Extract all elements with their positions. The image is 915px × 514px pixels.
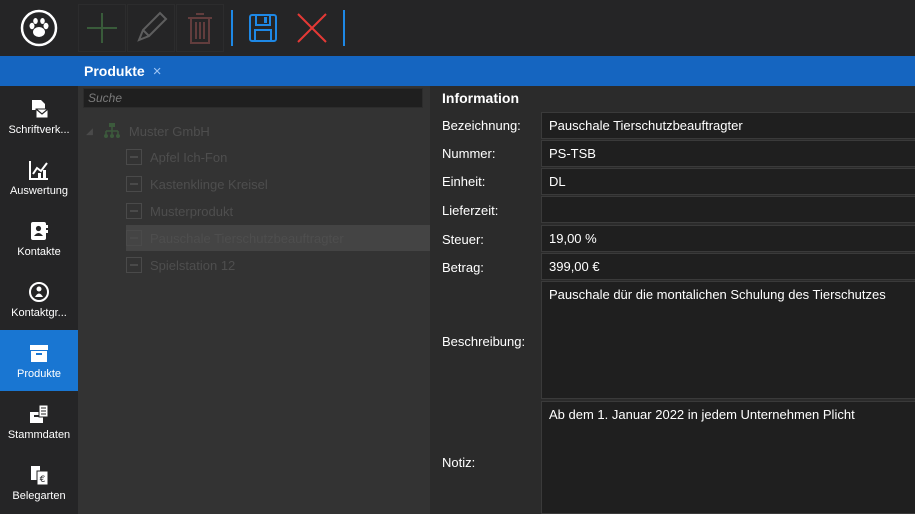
beschreibung-field[interactable]: Pauschale dür die montalichen Schulung d…	[541, 281, 915, 399]
x-icon	[297, 13, 327, 43]
product-icon	[126, 149, 142, 165]
add-button[interactable]	[78, 4, 126, 52]
contact-card-icon	[28, 220, 50, 242]
tree-item[interactable]: Musterprodukt	[126, 198, 426, 224]
cancel-button[interactable]	[288, 4, 336, 52]
product-list-panel: Suche ◢ Muster GmbH Apfel Ich-Fon Kasten…	[78, 86, 430, 514]
tree-item-label: Apfel Ich-Fon	[150, 149, 228, 165]
steuer-label: Steuer:	[442, 232, 484, 247]
tree-item[interactable]: Apfel Ich-Fon	[126, 144, 426, 170]
document-euro-icon: €	[28, 464, 50, 486]
sidebar-item-label: Schriftverk...	[8, 123, 70, 136]
sidebar-item-produkte[interactable]: Produkte	[0, 330, 78, 391]
steuer-field[interactable]: 19,00 %	[541, 225, 915, 252]
floppy-disk-icon	[249, 14, 277, 42]
save-button[interactable]	[239, 4, 287, 52]
sidebar-item-belegarten[interactable]: € Belegarten	[0, 452, 78, 513]
sidebar-item-stammdaten[interactable]: Stammdaten	[0, 391, 78, 452]
lieferzeit-field[interactable]	[541, 196, 915, 223]
pencil-icon	[137, 11, 168, 42]
beschreibung-label: Beschreibung:	[442, 334, 526, 349]
tab-strip: Produkte ×	[0, 56, 915, 86]
sidebar-item-schriftverkehr[interactable]: Schriftverk...	[0, 86, 78, 147]
paw-icon	[20, 9, 58, 47]
app-logo[interactable]	[0, 0, 78, 56]
master-data-icon	[28, 403, 50, 425]
sidebar-item-label: Stammdaten	[7, 428, 71, 441]
einheit-field[interactable]: DL	[541, 168, 915, 195]
product-icon	[126, 176, 142, 192]
einheit-label: Einheit:	[442, 174, 486, 189]
sidebar-item-kontaktgruppen[interactable]: Kontaktgr...	[0, 269, 78, 330]
sidebar-item-label: Belegarten	[12, 489, 66, 502]
contact-group-icon	[28, 281, 50, 303]
product-box-icon	[28, 342, 50, 364]
information-panel: Information Bezeichnung: Pauschale Tiers…	[430, 86, 915, 514]
tree-item-label: Pauschale Tierschutzbeauftragter	[150, 230, 344, 246]
toolbar	[78, 0, 351, 56]
section-title: Information	[442, 90, 519, 106]
tree-item-label: Spielstation 12	[150, 257, 236, 273]
betrag-label: Betrag:	[442, 260, 484, 275]
notiz-label: Notiz:	[442, 455, 476, 470]
chart-icon	[28, 159, 50, 181]
toolbar-separator	[343, 10, 345, 46]
tree-item[interactable]: Spielstation 12	[126, 252, 426, 278]
sidebar-item-auswertung[interactable]: Auswertung	[0, 147, 78, 208]
product-icon	[126, 257, 142, 273]
product-icon	[126, 230, 142, 246]
svg-text:€: €	[40, 475, 46, 485]
betrag-field[interactable]: 399,00 €	[541, 253, 915, 280]
organization-icon	[103, 123, 120, 138]
letter-icon	[28, 98, 50, 120]
toolbar-separator	[231, 10, 233, 46]
title-bar	[0, 0, 915, 56]
trash-icon	[188, 13, 212, 44]
tab-label: Produkte	[84, 63, 145, 79]
bezeichnung-label: Bezeichnung:	[442, 118, 521, 133]
product-icon	[126, 203, 142, 219]
plus-icon	[87, 13, 117, 43]
collapse-arrow-icon[interactable]: ◢	[86, 126, 93, 137]
nummer-field[interactable]: PS-TSB	[541, 140, 915, 167]
tree-root[interactable]: ◢ Muster GmbH	[86, 118, 386, 144]
sidebar: Schriftverk... Auswertung Kontakte Konta…	[0, 86, 78, 514]
notiz-field[interactable]: Ab dem 1. Januar 2022 in jedem Unternehm…	[541, 401, 915, 514]
sidebar-item-label: Produkte	[16, 367, 62, 380]
search-input[interactable]: Suche	[83, 88, 423, 108]
edit-button[interactable]	[127, 4, 175, 52]
sidebar-item-label: Kontakte	[17, 245, 61, 258]
tree-item-label: Musterprodukt	[150, 203, 234, 219]
nummer-label: Nummer:	[442, 146, 496, 161]
lieferzeit-label: Lieferzeit:	[442, 203, 499, 218]
sidebar-item-label: Kontaktgr...	[11, 306, 67, 319]
tree-item-selected[interactable]: Pauschale Tierschutzbeauftragter	[126, 225, 430, 251]
tree-item[interactable]: Kastenklinge Kreisel	[126, 171, 426, 197]
tree-root-label: Muster GmbH	[128, 123, 210, 139]
tree-item-label: Kastenklinge Kreisel	[150, 176, 268, 192]
bezeichnung-field[interactable]: Pauschale Tierschutzbeauftragter	[541, 112, 915, 139]
delete-button[interactable]	[176, 4, 224, 52]
tab-produkte[interactable]: Produkte ×	[78, 56, 167, 86]
sidebar-item-kontakte[interactable]: Kontakte	[0, 208, 78, 269]
sidebar-item-label: Auswertung	[9, 184, 69, 197]
close-icon[interactable]: ×	[153, 63, 162, 80]
